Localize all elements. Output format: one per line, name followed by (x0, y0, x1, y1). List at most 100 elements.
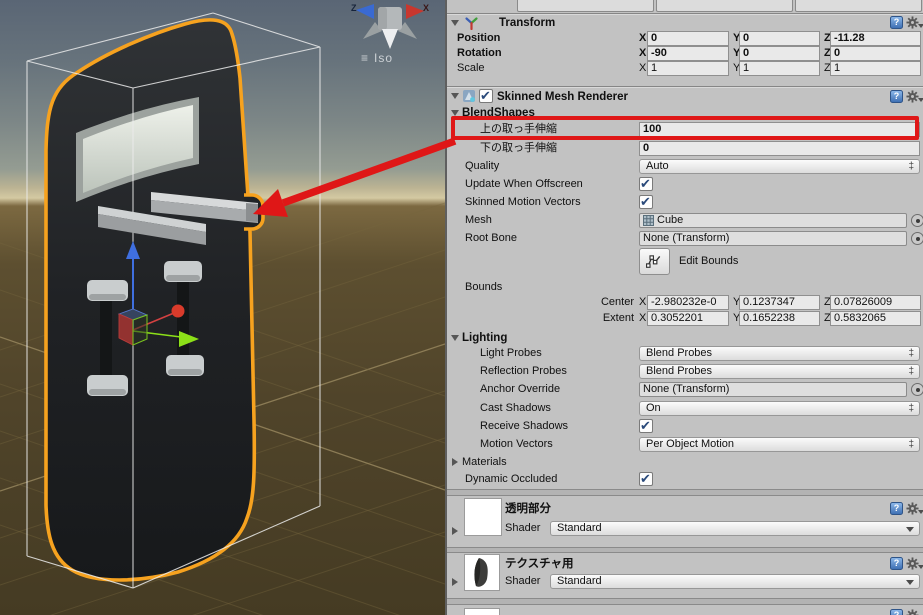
material-2-thumbnail[interactable] (464, 554, 500, 591)
bounds-center-y-field[interactable]: 0.1237347 (739, 295, 820, 310)
edit-bounds-button[interactable] (639, 248, 670, 275)
material-2-name: テクスチャ用 (505, 558, 574, 570)
rotation-label: Rotation (457, 47, 502, 59)
smr-help-icon[interactable] (890, 90, 903, 103)
axis-x-label: X (639, 62, 647, 74)
anchor-override-object-field[interactable]: None (Transform) (639, 382, 907, 397)
transform-gear-icon[interactable] (906, 16, 923, 29)
position-y-field[interactable]: 0 (739, 31, 820, 46)
material-3-thumbnail[interactable] (464, 608, 500, 615)
transform-foldout[interactable] (451, 20, 459, 26)
position-x-field[interactable]: 0 (647, 31, 729, 46)
motion-vectors-label: Motion Vectors (480, 438, 553, 450)
material-2-gear-icon[interactable] (906, 557, 923, 570)
model-remote-body[interactable] (44, 18, 265, 582)
update-when-offscreen-checkbox[interactable] (639, 176, 653, 192)
unity-editor-window: Z X ≡ Iso Transform Position X 0 Y 0 Z -… (0, 0, 923, 615)
gizmo-z-label: Z (351, 3, 357, 13)
position-label: Position (457, 32, 501, 44)
material-1-gear-icon[interactable] (906, 502, 923, 515)
reflection-probes-popup[interactable]: Blend Probes (639, 364, 920, 379)
material-2-help-icon[interactable] (890, 557, 903, 570)
material-1-shader-dropdown[interactable]: Standard (550, 521, 920, 536)
material-3-help-icon[interactable] (890, 609, 903, 615)
material-2-shader-dropdown[interactable]: Standard (550, 574, 920, 589)
blendshapes-foldout[interactable] (451, 110, 459, 116)
blendshape-upper-label: 上の取っ手伸縮 (480, 123, 557, 135)
bounds-extent-x-field[interactable]: 0.3052201 (647, 311, 729, 326)
material-3-gear-icon[interactable] (906, 609, 923, 615)
receive-shadows-checkbox[interactable] (639, 418, 653, 434)
prefab-apply-button[interactable] (795, 0, 922, 12)
smr-gear-icon[interactable] (906, 90, 923, 103)
reflection-probes-label: Reflection Probes (480, 365, 567, 377)
scale-z-field[interactable]: 1 (830, 61, 921, 76)
bounds-center-x-field[interactable]: -2.980232e-0 (647, 295, 729, 310)
prefab-revert-button[interactable] (656, 0, 793, 12)
scale-x-field[interactable]: 1 (647, 61, 729, 76)
material-1-shader-label: Shader (505, 522, 541, 534)
bounds-label: Bounds (465, 281, 503, 293)
bounds-extent-z-field[interactable]: 0.5832065 (830, 311, 921, 326)
gizmo-z-arrow[interactable] (171, 304, 185, 318)
scale-y-field[interactable]: 1 (739, 61, 820, 76)
anchor-override-label: Anchor Override (480, 383, 561, 395)
position-z-field[interactable]: -11.28 (830, 31, 921, 46)
cast-shadows-label: Cast Shadows (480, 402, 551, 414)
rotation-y-field[interactable]: 0 (739, 46, 820, 61)
rotation-z-field[interactable]: 0 (830, 46, 921, 61)
mesh-label: Mesh (465, 214, 492, 226)
edit-bounds-label: Edit Bounds (679, 255, 739, 267)
root-bone-value: None (Transform) (643, 232, 730, 244)
prefab-select-button[interactable] (517, 0, 654, 12)
materials-label: Materials (462, 456, 507, 468)
projection-toggle[interactable]: ≡ Iso (361, 51, 393, 65)
light-probes-label: Light Probes (480, 347, 542, 359)
transform-title: Transform (499, 17, 556, 29)
smr-title: Skinned Mesh Renderer (497, 91, 629, 103)
cast-shadows-popup[interactable]: On (639, 401, 920, 416)
blendshape-lower-field[interactable]: 0 (639, 141, 920, 156)
rotation-x-field[interactable]: -90 (647, 46, 729, 61)
mesh-picker-icon[interactable] (911, 214, 923, 227)
skinned-mesh-renderer-icon (463, 90, 475, 102)
anchor-override-value: None (Transform) (643, 383, 730, 395)
material-1-help-icon[interactable] (890, 502, 903, 515)
lighting-foldout[interactable] (451, 335, 459, 341)
gizmo-center-cube[interactable] (117, 308, 149, 346)
skinned-motion-vectors-label: Skinned Motion Vectors (465, 196, 581, 208)
gizmo-x-label: X (423, 3, 429, 13)
smr-foldout[interactable] (451, 93, 459, 99)
projection-label: Iso (374, 51, 394, 65)
light-probes-popup[interactable]: Blend Probes (639, 346, 920, 361)
material-2-foldout[interactable] (452, 578, 458, 586)
menu-icon: ≡ (361, 51, 370, 65)
transform-help-icon[interactable] (890, 16, 903, 29)
axis-x-label: X (639, 296, 647, 308)
motion-vectors-popup[interactable]: Per Object Motion (639, 437, 920, 452)
bounds-extent-y-field[interactable]: 0.1652238 (739, 311, 820, 326)
materials-foldout[interactable] (452, 458, 458, 466)
material-1-thumbnail[interactable] (464, 498, 502, 536)
update-when-offscreen-label: Update When Offscreen (465, 178, 583, 190)
dynamic-occluded-label: Dynamic Occluded (465, 473, 558, 485)
anchor-override-picker-icon[interactable] (911, 383, 923, 396)
scale-label: Scale (457, 62, 485, 74)
mesh-object-field[interactable]: Cube (639, 213, 907, 228)
skinned-motion-vectors-checkbox[interactable] (639, 194, 653, 210)
dynamic-occluded-checkbox[interactable] (639, 471, 653, 487)
root-bone-object-field[interactable]: None (Transform) (639, 231, 907, 246)
quality-popup[interactable]: Auto (639, 159, 920, 174)
receive-shadows-label: Receive Shadows (480, 420, 569, 432)
blendshape-upper-field[interactable]: 100 (639, 122, 920, 137)
material-1-foldout[interactable] (452, 527, 458, 535)
smr-enabled-checkbox[interactable] (479, 88, 493, 104)
blendshape-lower-label: 下の取っ手伸縮 (480, 142, 557, 154)
bounds-center-z-field[interactable]: 0.07826009 (830, 295, 921, 310)
axis-x-label: X (639, 312, 647, 324)
bounds-center-label: Center (600, 296, 634, 308)
root-bone-picker-icon[interactable] (911, 232, 923, 245)
material-1-name: 透明部分 (505, 503, 551, 515)
scene-view[interactable]: Z X ≡ Iso (0, 0, 445, 615)
axis-x-label: X (639, 32, 647, 44)
